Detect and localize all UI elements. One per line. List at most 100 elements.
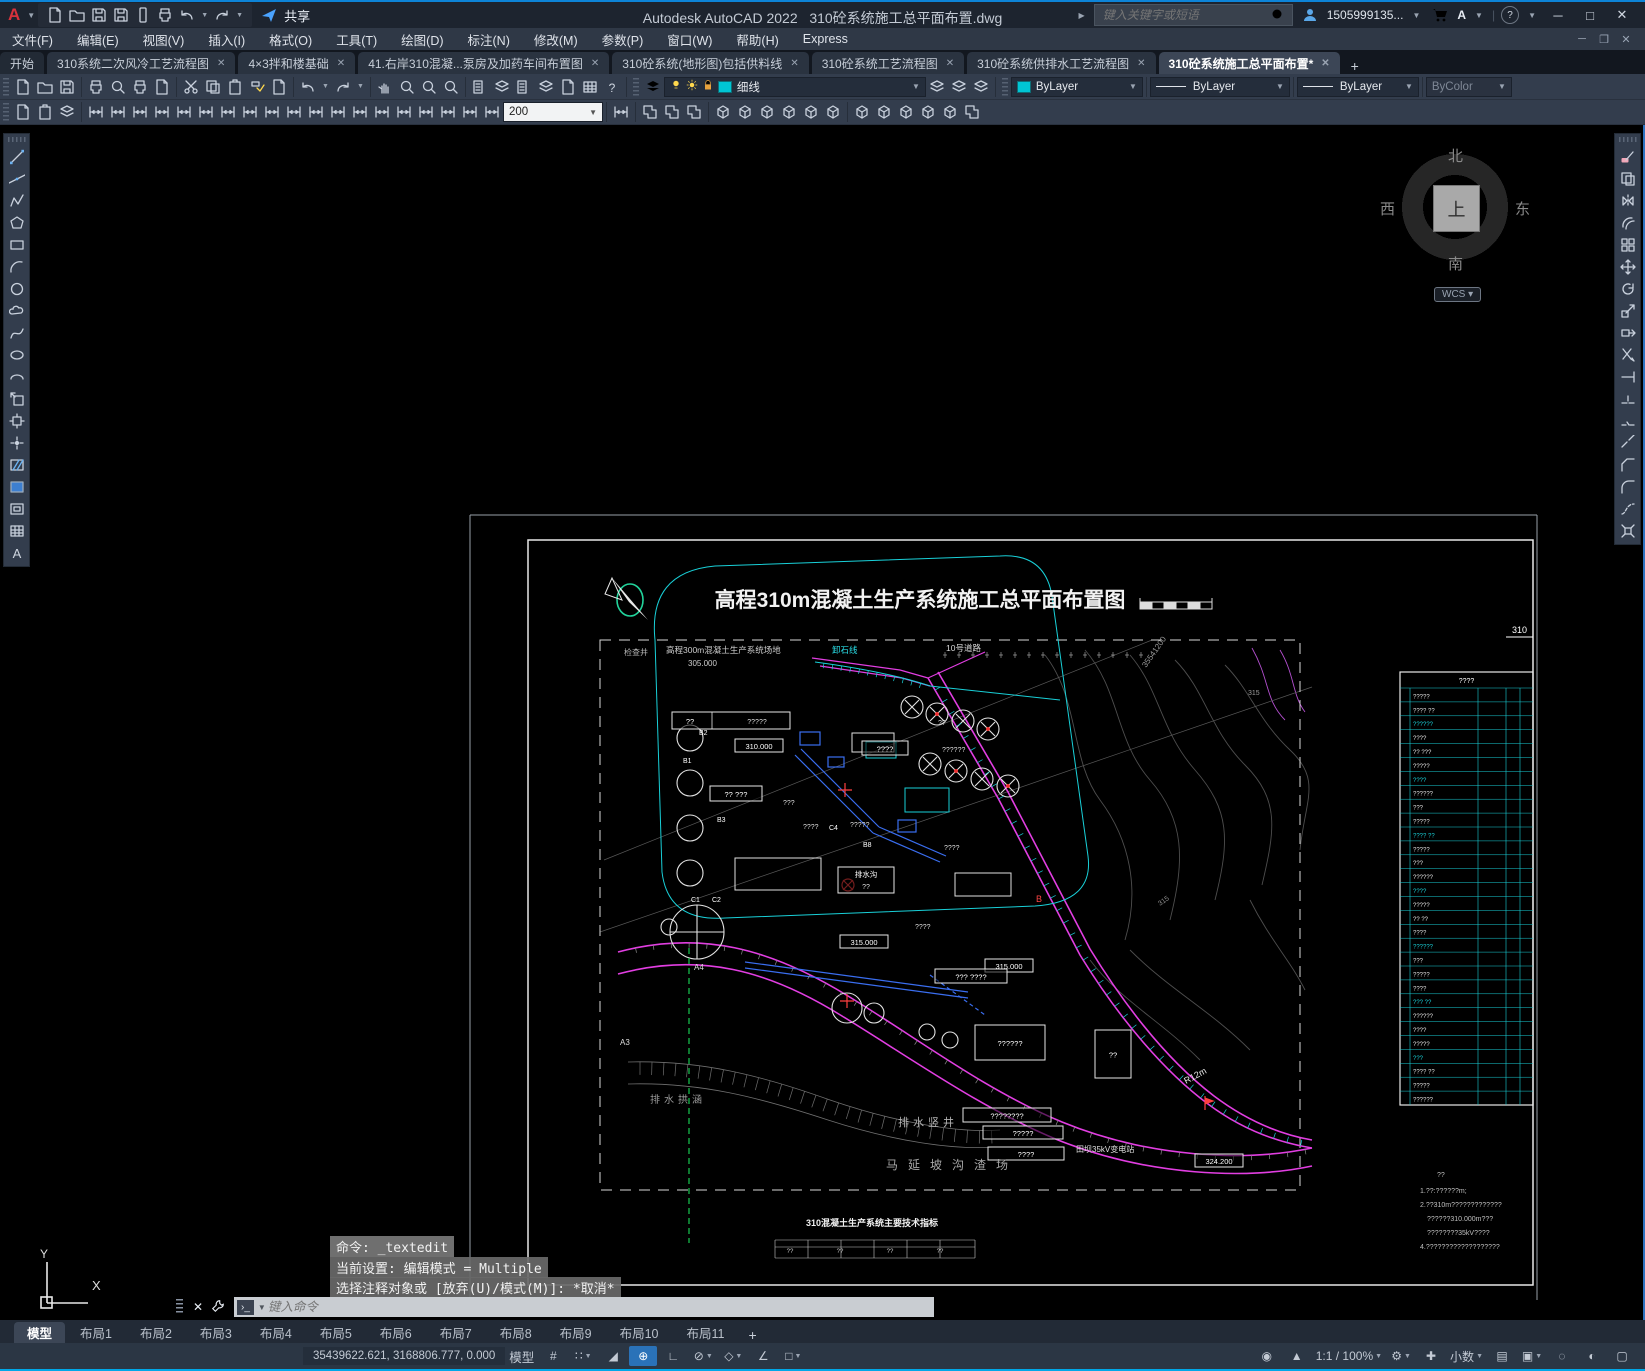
multiline-text-icon[interactable]	[6, 542, 28, 563]
revision-cloud-icon[interactable]	[6, 300, 28, 321]
help-icon[interactable]: ?	[1501, 6, 1520, 24]
tab-close-icon[interactable]: ✕	[946, 58, 954, 69]
layer-previous-icon[interactable]	[948, 76, 970, 98]
dim-center-mark-icon[interactable]	[393, 101, 415, 123]
hatch-icon[interactable]	[6, 454, 28, 475]
array-icon[interactable]	[1617, 234, 1639, 255]
save-as-icon[interactable]	[110, 4, 132, 26]
spline-icon[interactable]	[6, 322, 28, 343]
construction-line-icon[interactable]	[6, 168, 28, 189]
isolate-objects-button[interactable]: ◌	[1548, 1346, 1576, 1366]
dynamic-input-button[interactable]: ⊕	[629, 1346, 658, 1366]
viewcube-south[interactable]: 南	[1448, 253, 1463, 274]
command-input-bar[interactable]: ›_ ▼	[234, 1297, 934, 1317]
break-icon[interactable]	[1617, 410, 1639, 431]
erase-icon[interactable]	[1617, 146, 1639, 167]
make-object-layer-current-icon[interactable]	[926, 76, 948, 98]
units-button[interactable]: 小数 ▼	[1447, 1346, 1486, 1366]
markup-icon[interactable]	[557, 76, 579, 98]
search-box[interactable]	[1093, 4, 1293, 26]
dim-break-icon[interactable]	[349, 101, 371, 123]
clean-screen-button[interactable]: ▢	[1608, 1346, 1636, 1366]
account-icon[interactable]	[1299, 4, 1321, 26]
autocad-logo[interactable]: A	[8, 5, 20, 25]
search-input[interactable]	[1100, 7, 1270, 23]
scale-icon[interactable]	[1617, 300, 1639, 321]
autodesk-dropdown-icon[interactable]: ▼	[1475, 11, 1483, 20]
lock-ui-button[interactable]: ▣ ▼	[1518, 1346, 1546, 1366]
command-close-icon[interactable]: ✕	[188, 1300, 208, 1314]
dim-quick-icon[interactable]	[261, 101, 283, 123]
zoom-window-icon[interactable]	[418, 76, 440, 98]
layout-tab-布局10[interactable]: 布局10	[607, 1322, 672, 1343]
annotation-visibility-button[interactable]: ◉	[1253, 1346, 1281, 1366]
transfer-icon[interactable]	[132, 4, 154, 26]
menu-参数(P)[interactable]: 参数(P)	[590, 30, 656, 49]
redo-icon[interactable]	[332, 76, 354, 98]
dim-aligned-icon[interactable]	[107, 101, 129, 123]
layer-combo-arrow-icon[interactable]: ▼	[906, 82, 920, 91]
viewcube-top-face[interactable]: 上	[1433, 185, 1480, 232]
paste-icon[interactable]	[224, 76, 246, 98]
tab-close-icon[interactable]: ✕	[790, 58, 798, 69]
file-tab[interactable]: 310砼系统供排水工艺流程图 ✕	[967, 52, 1156, 74]
dim-text-edit-icon[interactable]	[481, 101, 503, 123]
menu-帮助(H)[interactable]: 帮助(H)	[724, 30, 790, 49]
dim-edit-icon[interactable]	[459, 101, 481, 123]
table-icon[interactable]	[6, 520, 28, 541]
file-tab[interactable]: 310砼系统施工总平面布置* ✕	[1158, 52, 1340, 74]
save-icon[interactable]	[56, 76, 78, 98]
menu-编辑(E)[interactable]: 编辑(E)	[65, 30, 131, 49]
dim-radius-icon[interactable]	[173, 101, 195, 123]
join-icon[interactable]	[1617, 432, 1639, 453]
revolve-icon[interactable]	[778, 101, 800, 123]
layer-on-icon[interactable]	[670, 79, 683, 94]
autodesk-a-icon[interactable]: A	[1457, 8, 1466, 22]
layout-tab-布局3[interactable]: 布局3	[187, 1322, 245, 1343]
ortho-mode-button[interactable]: ∟	[659, 1346, 687, 1366]
tab-close-icon[interactable]: ✕	[337, 58, 345, 69]
menu-绘图(D)[interactable]: 绘图(D)	[389, 30, 455, 49]
intersect-icon[interactable]	[683, 101, 705, 123]
object-snap-tracking-button[interactable]: ∠	[749, 1346, 777, 1366]
file-tab[interactable]: 310砼系统(地形图)包括供料线 ✕	[612, 52, 809, 74]
maximize-button[interactable]: □	[1577, 8, 1603, 23]
graphics-performance-button[interactable]: ◐	[1578, 1346, 1606, 1366]
layout-tab-布局1[interactable]: 布局1	[67, 1322, 125, 1343]
sheet-set-manager-icon[interactable]	[535, 76, 557, 98]
linetype-combo[interactable]: ByLayer ▼	[1149, 76, 1290, 97]
tab-close-icon[interactable]: ✕	[1137, 58, 1145, 69]
dim-baseline-icon[interactable]	[283, 101, 305, 123]
zoom-previous-icon[interactable]	[440, 76, 462, 98]
viewcube-west[interactable]: 西	[1380, 198, 1395, 219]
arc-icon[interactable]	[6, 256, 28, 277]
doc-close-button[interactable]: ✕	[1615, 33, 1637, 46]
logo-dropdown-icon[interactable]: ▼	[27, 11, 35, 20]
app-store-cart-icon[interactable]	[1429, 4, 1451, 26]
etransmit-icon[interactable]	[151, 76, 173, 98]
dim-linear-icon[interactable]	[85, 101, 107, 123]
workspace-switching-button[interactable]: ⚙ ▼	[1387, 1346, 1415, 1366]
fillet-icon[interactable]	[1617, 476, 1639, 497]
menu-标注(N)[interactable]: 标注(N)	[456, 30, 522, 49]
annotation-scale-button[interactable]: 1:1 / 100% ▼	[1313, 1346, 1385, 1366]
annotation-monitor-button[interactable]: ✚	[1417, 1346, 1445, 1366]
model-space-canvas[interactable]: 310.000 315.000 315.000 324.200 排水沟?????????…	[0, 125, 1645, 1320]
polyline-icon[interactable]	[6, 190, 28, 211]
properties-icon[interactable]	[469, 76, 491, 98]
3d-align-icon[interactable]	[895, 101, 917, 123]
dim-jogged-icon[interactable]	[195, 101, 217, 123]
dim-continue-icon[interactable]	[305, 101, 327, 123]
layout-tab-布局11[interactable]: 布局11	[674, 1322, 738, 1343]
copy-icon[interactable]	[202, 76, 224, 98]
trim-icon[interactable]	[1617, 344, 1639, 365]
dim-jog-line-icon[interactable]	[437, 101, 459, 123]
layout-tab-布局9[interactable]: 布局9	[547, 1322, 605, 1343]
cut-icon[interactable]	[180, 76, 202, 98]
search-icon[interactable]	[1270, 4, 1286, 26]
break-at-point-icon[interactable]	[1617, 388, 1639, 409]
layout-tab-布局6[interactable]: 布局6	[367, 1322, 425, 1343]
viewcube[interactable]: 上 北 南 西 东	[1380, 148, 1530, 273]
layer-combo[interactable]: 细线 ▼	[663, 76, 926, 97]
insert-block-icon[interactable]	[6, 388, 28, 409]
